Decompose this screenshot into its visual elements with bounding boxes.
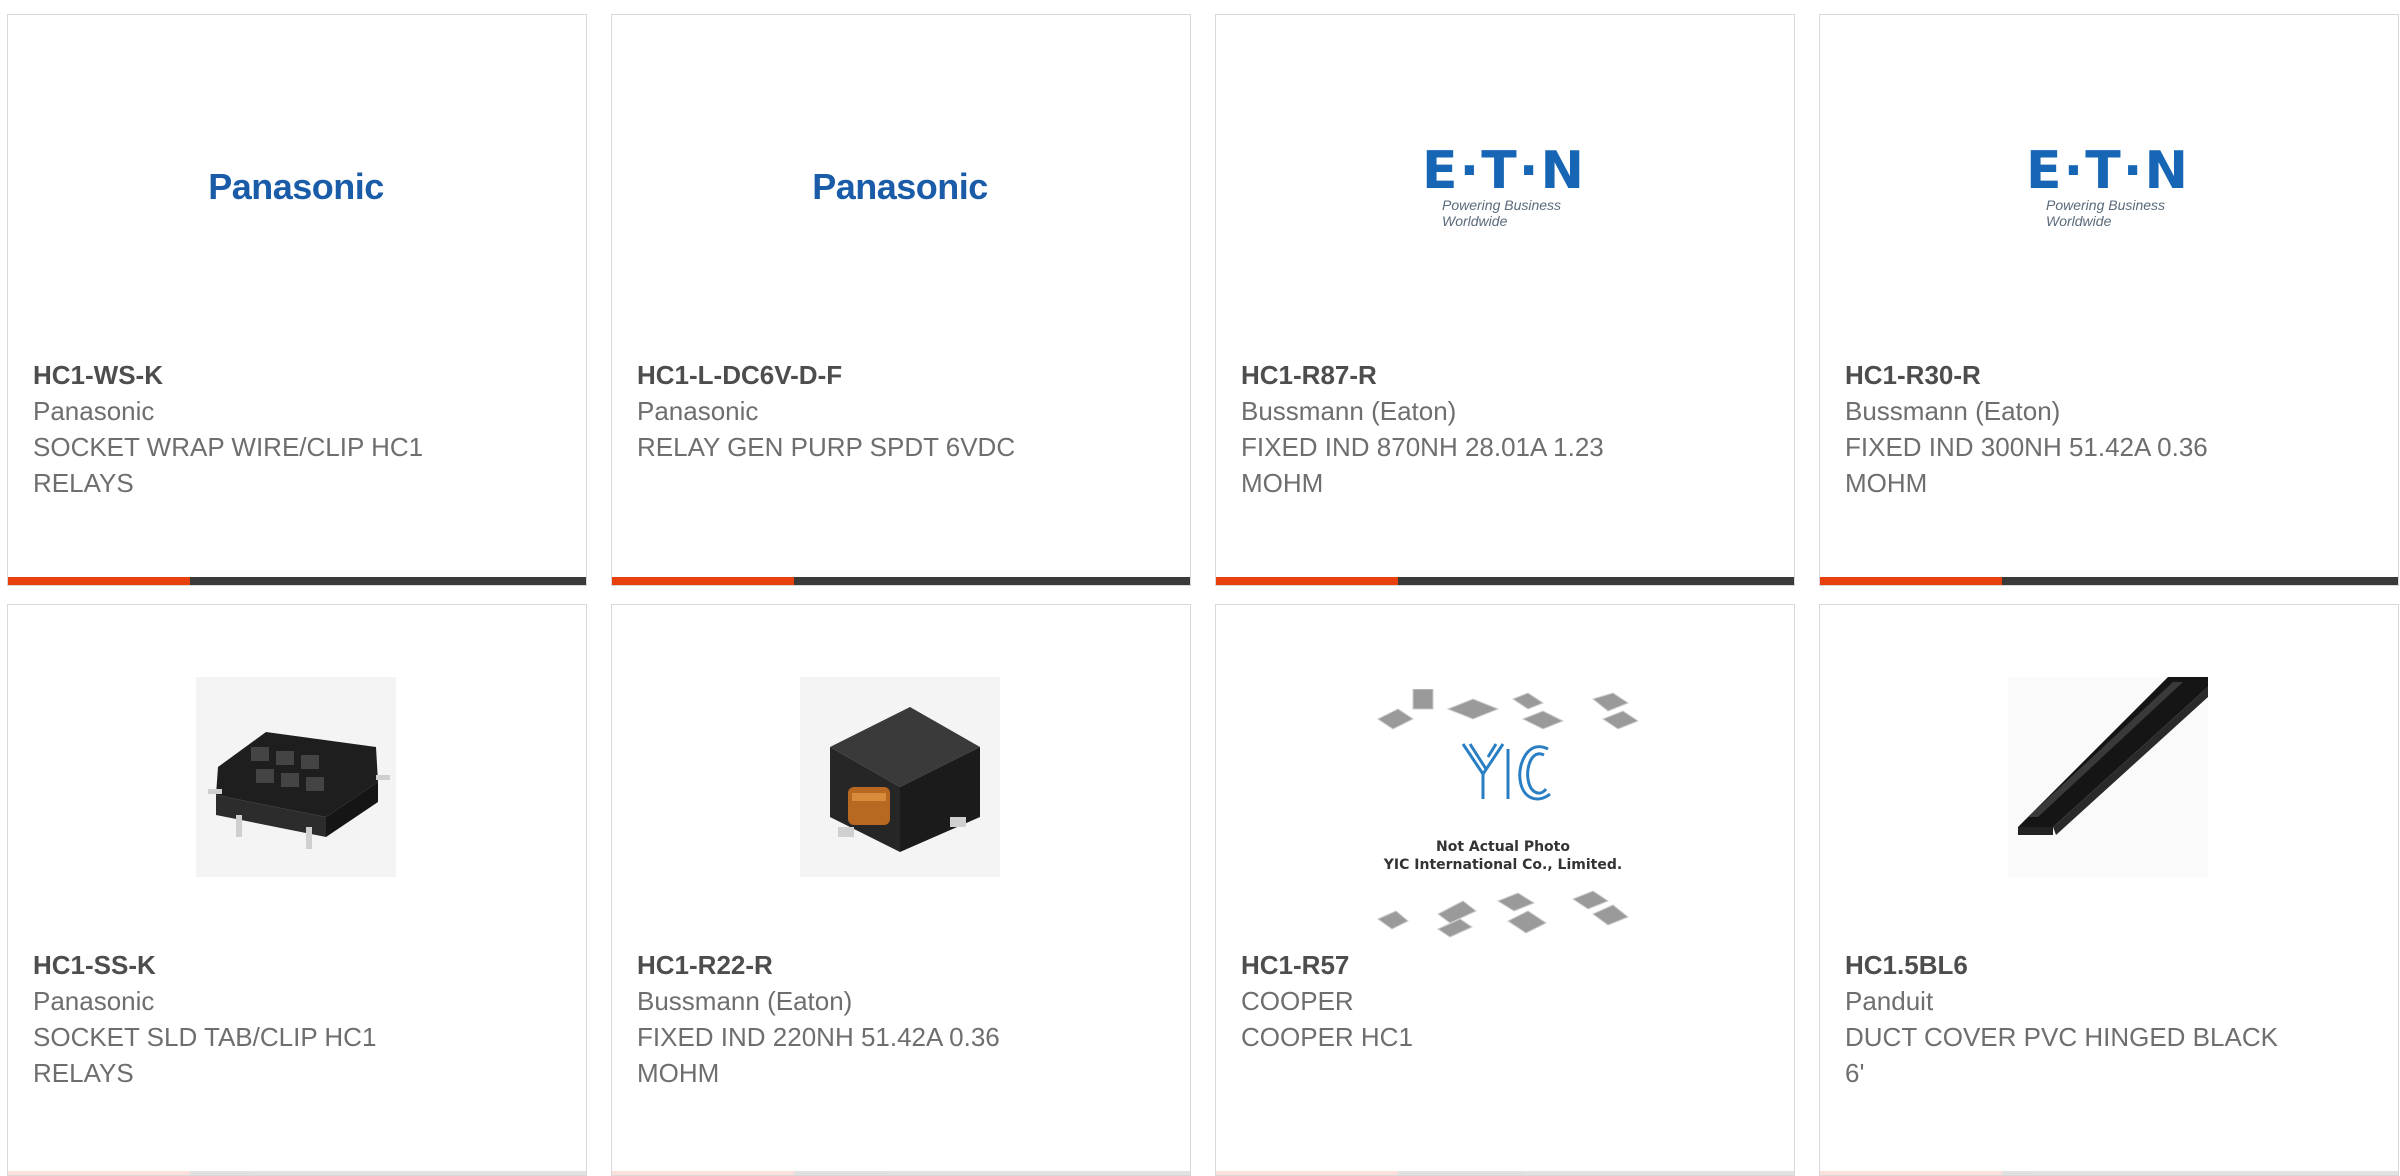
product-card[interactable]: E·T·N Powering Business Worldwide HC1-R8… <box>1215 14 1795 586</box>
card-footer-bar <box>1216 1171 1794 1175</box>
product-info: HC1-R57 COOPER COOPER HC1 <box>1241 947 1769 1055</box>
product-image[interactable]: E·T·N Powering Business Worldwide <box>2006 85 2210 289</box>
product-info: HC1-R30-R Bussmann (Eaton) FIXED IND 300… <box>1845 357 2373 501</box>
part-number[interactable]: HC1-R57 <box>1241 947 1769 983</box>
product-info: HC1-R22-R Bussmann (Eaton) FIXED IND 220… <box>637 947 1165 1091</box>
manufacturer: Panasonic <box>637 396 759 426</box>
product-card[interactable]: Not Actual Photo YIC International Co., … <box>1215 604 1795 1176</box>
manufacturer: Bussmann (Eaton) <box>637 986 853 1016</box>
card-accent-bar <box>1216 577 1398 585</box>
eaton-wordmark: E·T·N <box>2025 141 2191 201</box>
product-image[interactable]: E·T·N Powering Business Worldwide <box>1402 85 1606 289</box>
placeholder-line-1: Not Actual Photo <box>1436 839 1570 855</box>
part-number[interactable]: HC1-L-DC6V-D-F <box>637 357 1165 393</box>
product-image[interactable]: Panasonic <box>194 85 398 289</box>
card-accent-bar <box>1216 1171 1398 1175</box>
product-card[interactable]: E·T·N Powering Business Worldwide HC1-R3… <box>1819 14 2399 586</box>
manufacturer: Bussmann (Eaton) <box>1241 396 1457 426</box>
eaton-logo-icon: E·T·N Powering Business Worldwide <box>1402 145 1606 229</box>
product-image[interactable] <box>2006 675 2210 879</box>
description: RELAY GEN PURP SPDT 6VDC <box>637 432 1016 462</box>
part-number[interactable]: HC1-WS-K <box>33 357 561 393</box>
product-info: HC1.5BL6 Panduit DUCT COVER PVC HINGED B… <box>1845 947 2373 1091</box>
description: FIXED IND 300NH 51.42A 0.36 MOHM <box>1845 432 2208 498</box>
manufacturer: Panasonic <box>33 986 155 1016</box>
panasonic-logo-icon: Panasonic <box>208 166 384 207</box>
manufacturer: Bussmann (Eaton) <box>1845 396 2061 426</box>
card-accent-bar <box>1820 1171 2002 1175</box>
product-card[interactable]: HC1-SS-K Panasonic SOCKET SLD TAB/CLIP H… <box>7 604 587 1176</box>
card-footer-bar <box>612 577 1190 585</box>
part-number[interactable]: HC1-SS-K <box>33 947 561 983</box>
product-image[interactable]: Not Actual Photo YIC International Co., … <box>1368 689 1638 949</box>
product-info: HC1-WS-K Panasonic SOCKET WRAP WIRE/CLIP… <box>33 357 561 501</box>
part-number[interactable]: HC1-R87-R <box>1241 357 1769 393</box>
card-footer-bar <box>8 1171 586 1175</box>
product-card[interactable]: HC1.5BL6 Panduit DUCT COVER PVC HINGED B… <box>1819 604 2399 1176</box>
description: FIXED IND 870NH 28.01A 1.23 MOHM <box>1241 432 1604 498</box>
placeholder-line-2: YIC International Co., Limited. <box>1383 857 1623 873</box>
card-accent-bar <box>1820 577 2002 585</box>
card-accent-bar <box>8 1171 190 1175</box>
not-actual-photo-placeholder-icon: Not Actual Photo YIC International Co., … <box>1368 689 1638 949</box>
panasonic-logo-icon: Panasonic <box>812 166 988 207</box>
product-image[interactable]: Panasonic <box>798 85 1002 289</box>
product-card[interactable]: Panasonic HC1-L-DC6V-D-F Panasonic RELAY… <box>611 14 1191 586</box>
relay-socket-photo-icon <box>196 677 396 877</box>
product-image[interactable] <box>194 675 398 879</box>
description: SOCKET SLD TAB/CLIP HC1 RELAYS <box>33 1022 377 1088</box>
card-accent-bar <box>8 577 190 585</box>
part-number[interactable]: HC1-R30-R <box>1845 357 2373 393</box>
card-footer-bar <box>1820 1171 2398 1175</box>
description: DUCT COVER PVC HINGED BLACK 6' <box>1845 1022 2278 1088</box>
description: FIXED IND 220NH 51.42A 0.36 MOHM <box>637 1022 1000 1088</box>
product-card[interactable]: HC1-R22-R Bussmann (Eaton) FIXED IND 220… <box>611 604 1191 1176</box>
product-info: HC1-R87-R Bussmann (Eaton) FIXED IND 870… <box>1241 357 1769 501</box>
eaton-tagline: Powering Business Worldwide <box>1442 197 1562 229</box>
product-info: HC1-L-DC6V-D-F Panasonic RELAY GEN PURP … <box>637 357 1165 465</box>
eaton-logo-icon: E·T·N Powering Business Worldwide <box>2006 145 2210 229</box>
duct-cover-photo-icon <box>2008 677 2208 877</box>
part-number[interactable]: HC1.5BL6 <box>1845 947 2373 983</box>
description: SOCKET WRAP WIRE/CLIP HC1 RELAYS <box>33 432 424 498</box>
manufacturer: Panduit <box>1845 986 1934 1016</box>
product-info: HC1-SS-K Panasonic SOCKET SLD TAB/CLIP H… <box>33 947 561 1091</box>
description: COOPER HC1 <box>1241 1022 1413 1052</box>
manufacturer: COOPER <box>1241 986 1354 1016</box>
product-image[interactable] <box>798 675 1002 879</box>
product-grid: Panasonic HC1-WS-K Panasonic SOCKET WRAP… <box>7 14 2399 1176</box>
card-footer-bar <box>1216 577 1794 585</box>
inductor-photo-icon <box>800 677 1000 877</box>
eaton-wordmark: E·T·N <box>1421 141 1587 201</box>
product-card[interactable]: Panasonic HC1-WS-K Panasonic SOCKET WRAP… <box>7 14 587 586</box>
card-footer-bar <box>1820 577 2398 585</box>
part-number[interactable]: HC1-R22-R <box>637 947 1165 983</box>
card-accent-bar <box>612 577 794 585</box>
card-footer-bar <box>8 577 586 585</box>
card-accent-bar <box>612 1171 794 1175</box>
card-footer-bar <box>612 1171 1190 1175</box>
eaton-tagline: Powering Business Worldwide <box>2046 197 2166 229</box>
manufacturer: Panasonic <box>33 396 155 426</box>
